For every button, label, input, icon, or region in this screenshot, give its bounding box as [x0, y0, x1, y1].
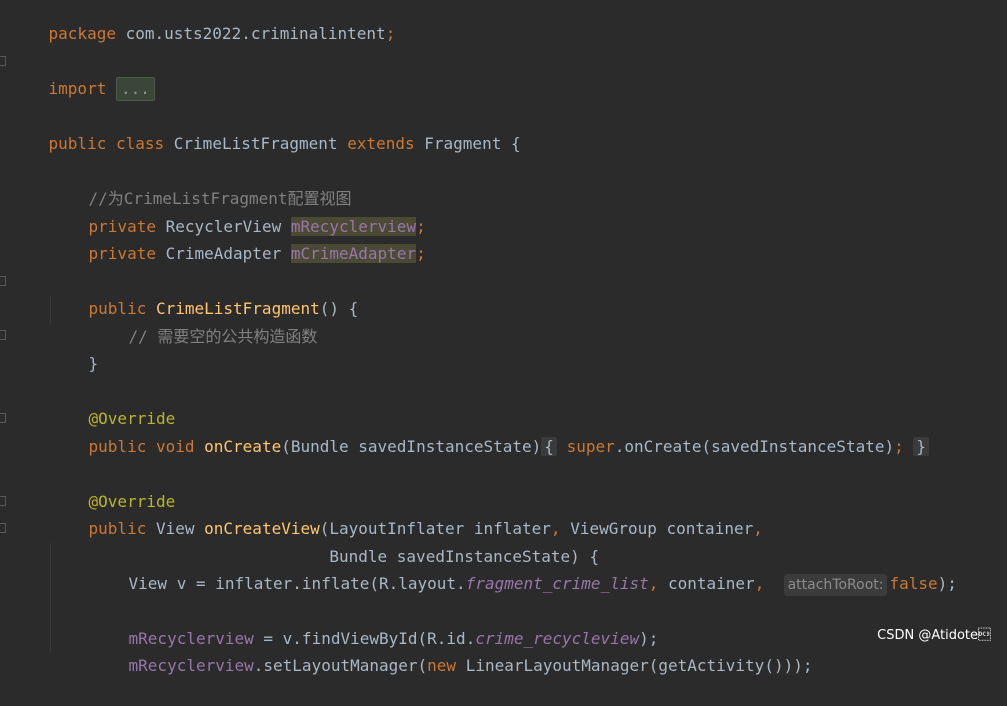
code-line-12: @Override	[50, 461, 176, 511]
code-line-14: Bundle savedInstanceState) {	[50, 516, 599, 566]
code-line-15: View v = inflater.inflate(R.layout.fragm…	[90, 543, 957, 596]
package-name: com.usts2022.criminalintent	[115, 24, 386, 43]
code-line-4: //为CrimeListFragment配置视图	[50, 158, 352, 208]
keyword: public	[88, 437, 147, 456]
code-line-7: public CrimeListFragment() {	[50, 268, 359, 318]
keyword: new	[427, 656, 457, 675]
parameter-hint: attachToRoot:	[783, 574, 888, 596]
fold-marker[interactable]	[0, 413, 6, 423]
code-line-2: import ...	[10, 48, 155, 101]
code-text: container	[658, 574, 755, 593]
fold-marker[interactable]	[0, 523, 6, 533]
resource-id: fragment_crime_list	[465, 574, 649, 593]
field-name: mRecyclerview	[128, 656, 254, 675]
folded-brace[interactable]: }	[913, 437, 930, 456]
csdn-watermark: CSDN @Atidote	[877, 628, 991, 643]
folded-brace[interactable]: {	[541, 437, 557, 456]
keyword: class	[115, 134, 165, 153]
code-line-10: @Override	[50, 378, 176, 428]
comma: ,	[753, 519, 763, 538]
keyword: extends	[347, 134, 415, 153]
class-name: CrimeListFragment	[173, 134, 338, 153]
keyword: private	[88, 244, 156, 263]
keyword: package	[48, 24, 116, 43]
code-line-9: }	[50, 323, 99, 373]
method-name: onCreate	[204, 437, 282, 456]
keyword: false	[889, 574, 938, 593]
code-editor[interactable]: package com.usts2022.criminalintent; imp…	[0, 0, 1007, 675]
code-text: .setLayoutManager(	[253, 656, 428, 675]
fold-marker[interactable]	[0, 330, 6, 340]
folded-imports[interactable]: ...	[115, 77, 155, 101]
code-text: () {	[319, 299, 359, 318]
fold-marker[interactable]	[0, 496, 6, 506]
code-text: );	[937, 574, 957, 593]
code-line-17: mRecyclerview.setLayoutManager(new Linea…	[90, 625, 813, 675]
code-line-16: mRecyclerview = v.findViewById(R.id.crim…	[90, 598, 659, 648]
params: (Bundle savedInstanceState)	[281, 437, 542, 456]
keyword: super	[566, 437, 615, 456]
semicolon: ;	[416, 244, 426, 263]
code-line-11: public void onCreate(Bundle savedInstanc…	[50, 406, 930, 456]
code-line-6: private CrimeAdapter mCrimeAdapter;	[50, 213, 426, 263]
field-name: mCrimeAdapter	[290, 244, 417, 263]
closing-brace: }	[88, 354, 99, 373]
comma: ,	[648, 574, 659, 593]
fold-marker[interactable]	[0, 56, 6, 66]
parent-class: Fragment {	[424, 134, 521, 153]
comma: ,	[754, 574, 765, 593]
type-name: CrimeAdapter	[165, 244, 282, 263]
semicolon: ;	[894, 437, 904, 456]
code-line-3: public class CrimeListFragment extends F…	[10, 103, 521, 153]
code-text: View v = inflater.inflate(R.layout.	[128, 574, 466, 593]
keyword: void	[155, 437, 195, 456]
code-line-1: package com.usts2022.criminalintent;	[10, 0, 396, 43]
code-line-5: private RecyclerView mRecyclerview;	[50, 186, 426, 236]
fold-marker[interactable]	[0, 276, 6, 286]
code-line-8: // 需要空的公共构造函数	[90, 296, 318, 346]
comment: // 需要空的公共构造函数	[128, 327, 318, 346]
code-text: .onCreate(savedInstanceState)	[614, 437, 895, 456]
semicolon: ;	[385, 24, 396, 43]
code-text: LinearLayoutManager(getActivity()));	[456, 656, 813, 675]
keyword: import	[48, 79, 107, 98]
keyword: public	[48, 134, 107, 153]
code-line-13: public View onCreateView(LayoutInflater …	[50, 488, 763, 538]
